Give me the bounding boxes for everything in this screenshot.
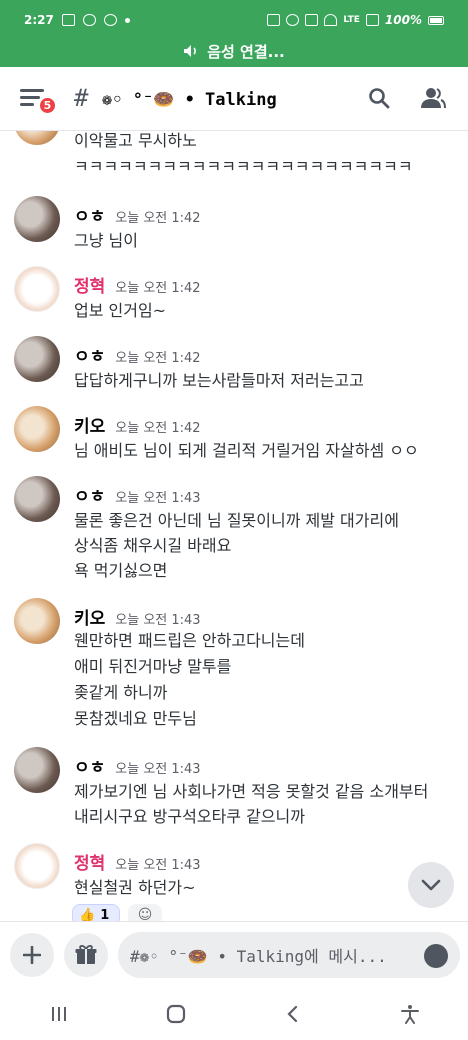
avatar[interactable] [14,843,60,889]
members-icon[interactable] [420,86,446,110]
message-author[interactable]: ㅇㅎ [74,753,105,778]
message-line: 답답하게구니까 보는사람들마저 저러는고고 [74,371,364,390]
search-icon[interactable] [368,87,390,109]
channel-header: 5 # ❁◦ °⁻🍩 • Talking [0,67,468,131]
avatar[interactable] [14,406,60,452]
gift-icon [75,945,97,964]
discord-icon [82,14,96,26]
accessibility-icon[interactable] [399,1004,421,1024]
signal-icon [365,14,379,26]
message-list[interactable]: 이악물고 무시하노 ㅋㅋㅋㅋㅋㅋㅋㅋㅋㅋㅋㅋㅋㅋㅋㅋㅋㅋㅋㅋㅋㅋㅋ ㅇㅎ 오늘 … [0,131,468,921]
message-timestamp: 오늘 오전 1:42 [115,211,201,226]
jump-to-bottom-button[interactable] [408,862,454,908]
message-input-bar: #❁◦ °⁻🍩 • Talking에 메시... [0,921,468,987]
message-line: 못참겠네요 만두님 [74,709,197,728]
message-timestamp: 오늘 오전 1:42 [115,281,201,296]
lock-icon [267,14,281,26]
message-timestamp: 오늘 오전 1:42 [115,351,201,366]
message-line: 욕 먹기싫으면 [74,561,168,580]
message-line: 업보 인거임~ [74,301,167,320]
message-author[interactable]: 키오 [74,412,105,437]
message-line: 이악물고 무시하노 [74,131,197,150]
avatar[interactable] [14,336,60,382]
add-attachment-button[interactable] [10,933,54,977]
message-line: 물론 좋은건 아닌데 님 질못이니까 제발 대가리에 [74,511,399,530]
plus-icon [23,946,41,964]
notification-icon [103,14,117,26]
back-icon[interactable] [282,1004,304,1024]
emoji-picker-icon[interactable] [424,944,448,968]
message-timestamp: 오늘 오전 1:43 [115,613,201,628]
message-author[interactable]: 정혁 [74,849,105,874]
voice-status-label: 음성 연결... [207,42,285,61]
message-line: 님 애비도 님이 되게 걸리적 거릴거임 자살하셈 ㅇㅇ [74,441,419,460]
alarm-icon [286,14,300,26]
message-line: 상식좀 채우시길 바래요 [74,536,232,555]
more-dot-icon [124,17,130,23]
recent-apps-icon[interactable] [48,1004,70,1024]
message-line: 내리시구요 방구석오타쿠 같으니까 [74,807,305,826]
message-author[interactable]: ㅇㅎ [74,342,105,367]
message-input[interactable]: #❁◦ °⁻🍩 • Talking에 메시... [118,932,460,978]
status-bar: 2:27 LTE 100% [0,0,468,40]
avatar[interactable] [14,476,60,522]
home-icon[interactable] [165,1004,187,1024]
network-type: LTE [343,15,360,25]
gallery-icon [61,14,75,26]
avatar[interactable] [14,196,60,242]
message-author[interactable]: 키오 [74,604,105,629]
system-navigation-bar [0,987,468,1040]
message-line: 좆같게 하니까 [74,683,168,702]
avatar[interactable] [14,747,60,793]
voice-connection-banner[interactable]: 음성 연결... [0,38,468,64]
message-input-placeholder: #❁◦ °⁻🍩 • Talking에 메시... [130,947,387,966]
message-timestamp: 오늘 오전 1:43 [115,858,201,873]
message-line: 애미 뒤진거마냥 말투를 [74,657,232,676]
message-line: 그냥 님이 [74,231,138,250]
message-author[interactable]: ㅇㅎ [74,202,105,227]
message-timestamp: 오늘 오전 1:42 [115,421,201,436]
mute-icon [305,14,319,26]
chevron-down-icon [421,879,441,891]
message-author[interactable]: 정혁 [74,272,105,297]
battery-percent: 100% [384,13,422,27]
avatar[interactable] [14,598,60,644]
message-line: 웬만하면 패드립은 안하고다니는데 [74,631,305,650]
notification-badge: 5 [38,96,57,115]
battery-icon [428,15,444,25]
speaker-icon [184,45,197,57]
gift-button[interactable] [64,933,108,977]
message-line: 현실철권 하던가~ [74,878,196,897]
status-time: 2:27 [24,13,54,27]
avatar[interactable] [14,131,60,145]
voice-banner-area: 2:27 LTE 100% 음성 연결... [0,0,468,67]
channel-title[interactable]: ❁◦ °⁻🍩 • Talking [102,90,277,110]
message-timestamp: 오늘 오전 1:43 [115,491,201,506]
wifi-icon [324,14,338,26]
hash-icon: # [74,84,89,112]
message-author[interactable]: ㅇㅎ [74,482,105,507]
avatar[interactable] [14,266,60,312]
message-line: ㅋㅋㅋㅋㅋㅋㅋㅋㅋㅋㅋㅋㅋㅋㅋㅋㅋㅋㅋㅋㅋㅋㅋ [74,157,413,176]
message-line: 제가보기엔 님 사회나가면 적응 못할것 같음 소개부터 [74,782,429,801]
message-timestamp: 오늘 오전 1:43 [115,762,201,777]
